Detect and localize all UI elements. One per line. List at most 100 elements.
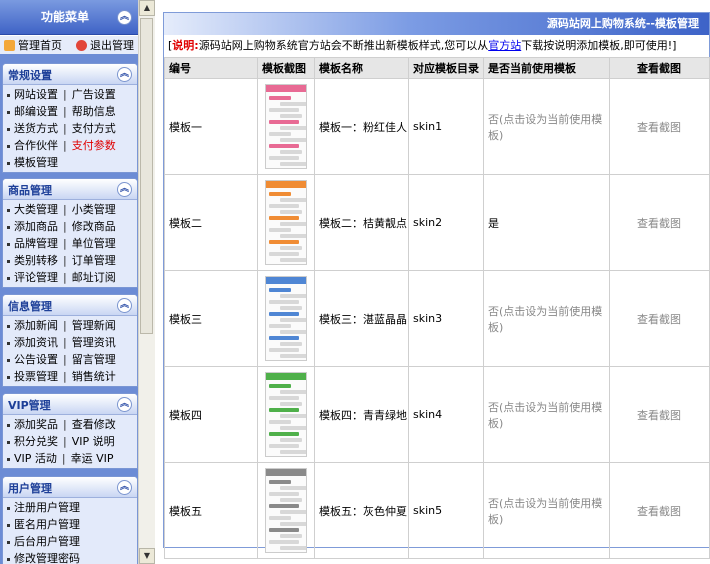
menu-link[interactable]: 网站设置 <box>14 88 58 101</box>
menu-link[interactable]: 查看修改 <box>72 418 116 431</box>
template-dir: skin1 <box>408 78 484 175</box>
menu-link[interactable]: 合作伙伴 <box>14 139 58 152</box>
menu-link[interactable]: 送货方式 <box>14 122 58 135</box>
menu-row: 添加新闻 | 管理新闻 <box>3 317 137 334</box>
menu-row: 大类管理 | 小类管理 <box>3 201 137 218</box>
template-thumbnail[interactable] <box>264 180 307 265</box>
bullet-icon <box>7 259 10 263</box>
bullet-icon <box>7 423 10 427</box>
scroll-down-icon[interactable]: ▼ <box>139 548 155 564</box>
template-status[interactable]: 否(点击设为当前使用模板) <box>483 366 610 463</box>
table-row: 模板二 模板二：桔黄靓点 skin2 是查看截图 <box>164 174 710 271</box>
bullet-icon <box>7 440 10 444</box>
menu-link[interactable]: 邮编设置 <box>14 105 58 118</box>
view-screenshot-link[interactable]: 查看截图 <box>609 462 710 559</box>
template-thumbnail[interactable] <box>264 276 307 361</box>
bullet-icon <box>7 144 10 148</box>
sidebar-scrollbar[interactable]: ▲ ▼ <box>138 0 155 564</box>
table-row: 模板四 模板四：青青绿地 skin4 否(点击设为当前使用模板) 查看截图 <box>164 366 710 463</box>
section-header[interactable]: 用户管理 ︽ <box>3 477 137 498</box>
collapse-icon[interactable]: ︽ <box>117 480 132 495</box>
menu-link[interactable]: VIP 活动 <box>14 452 57 465</box>
menu-link[interactable]: 大类管理 <box>14 203 58 216</box>
menu-link[interactable]: 管理资讯 <box>72 336 116 349</box>
section-header[interactable]: VIP管理 ︽ <box>3 394 137 415</box>
home-link[interactable]: 管理首页 <box>4 37 62 53</box>
template-status[interactable]: 否(点击设为当前使用模板) <box>483 462 610 559</box>
menu-link[interactable]: 修改管理密码 <box>14 552 80 564</box>
menu-row: 匿名用户管理 <box>3 516 137 533</box>
view-screenshot-link[interactable]: 查看截图 <box>609 366 710 463</box>
template-thumbnail[interactable] <box>264 372 307 457</box>
menu-link[interactable]: 添加新闻 <box>14 319 58 332</box>
logout-link[interactable]: 退出管理 <box>76 37 134 53</box>
template-thumbnail[interactable] <box>264 84 307 169</box>
menu-row: 注册用户管理 <box>3 499 137 516</box>
section-header[interactable]: 信息管理 ︽ <box>3 295 137 316</box>
bullet-icon <box>7 324 10 328</box>
header-id: 编号 <box>164 57 258 79</box>
collapse-icon[interactable]: ︽ <box>117 182 132 197</box>
menu-link[interactable]: 添加资讯 <box>14 336 58 349</box>
template-status[interactable]: 否(点击设为当前使用模板) <box>483 78 610 175</box>
menu-link[interactable]: 销售统计 <box>72 370 116 383</box>
menu-link[interactable]: 支付方式 <box>72 122 116 135</box>
menu-link[interactable]: 小类管理 <box>72 203 116 216</box>
separator: | <box>63 88 67 101</box>
menu-link[interactable]: 添加奖品 <box>14 418 58 431</box>
menu-link[interactable]: 公告设置 <box>14 353 58 366</box>
view-screenshot-link[interactable]: 查看截图 <box>609 174 710 271</box>
menu-link[interactable]: 幸运 VIP <box>71 452 114 465</box>
menu-row: 添加资讯 | 管理资讯 <box>3 334 137 351</box>
menu-link[interactable]: 广告设置 <box>72 88 116 101</box>
menu-header: 功能菜单 ︽ <box>0 0 138 35</box>
menu-link[interactable]: 投票管理 <box>14 370 58 383</box>
bullet-icon <box>7 161 10 165</box>
separator: | <box>63 237 67 250</box>
menu-link[interactable]: 支付参数 <box>72 139 116 152</box>
collapse-icon[interactable]: ︽ <box>117 298 132 313</box>
menu-link[interactable]: 模板管理 <box>14 156 58 169</box>
menu-link[interactable]: 类别转移 <box>14 254 58 267</box>
bullet-icon <box>7 341 10 345</box>
menu-link[interactable]: 邮址订阅 <box>72 271 116 284</box>
menu-title: 功能菜单 <box>40 10 89 24</box>
menu-link[interactable]: VIP 说明 <box>72 435 115 448</box>
view-screenshot-link[interactable]: 查看截图 <box>609 270 710 367</box>
menu-link[interactable]: 匿名用户管理 <box>14 518 80 531</box>
collapse-icon[interactable]: ︽ <box>117 10 132 25</box>
menu-link[interactable]: 管理新闻 <box>72 319 116 332</box>
template-status[interactable]: 否(点击设为当前使用模板) <box>483 270 610 367</box>
menu-link[interactable]: 修改商品 <box>72 220 116 233</box>
menu-link[interactable]: 添加商品 <box>14 220 58 233</box>
scroll-up-icon[interactable]: ▲ <box>139 0 155 16</box>
menu-link[interactable]: 后台用户管理 <box>14 535 80 548</box>
bullet-icon <box>7 457 10 461</box>
bullet-icon <box>7 557 10 561</box>
menu-row: 投票管理 | 销售统计 <box>3 368 137 385</box>
menu-link[interactable]: 品牌管理 <box>14 237 58 250</box>
menu-link[interactable]: 注册用户管理 <box>14 501 80 514</box>
separator: | <box>63 435 67 448</box>
menu-row: 后台用户管理 <box>3 533 137 550</box>
collapse-icon[interactable]: ︽ <box>117 397 132 412</box>
template-thumbnail[interactable] <box>264 468 307 553</box>
template-name: 模板五：灰色仲夏 <box>314 462 409 559</box>
menu-link[interactable]: 单位管理 <box>72 237 116 250</box>
section-title: VIP管理 <box>8 399 51 412</box>
section-items: 大类管理 | 小类管理 添加商品 | 修改商品 品牌管理 | 单位管理 类别转移 | 订单管理 评论管理… <box>3 200 137 287</box>
section-title: 信息管理 <box>8 300 52 313</box>
menu-row: 评论管理 | 邮址订阅 <box>3 269 137 286</box>
menu-link[interactable]: 留言管理 <box>72 353 116 366</box>
table-row: 模板五 模板五：灰色仲夏 skin5 否(点击设为当前使用模板) 查看截图 <box>164 462 710 559</box>
section-header[interactable]: 常规设置 ︽ <box>3 64 137 85</box>
view-screenshot-link[interactable]: 查看截图 <box>609 78 710 175</box>
menu-link[interactable]: 帮助信息 <box>72 105 116 118</box>
menu-link[interactable]: 评论管理 <box>14 271 58 284</box>
scroll-thumb[interactable] <box>140 18 153 334</box>
section-header[interactable]: 商品管理 ︽ <box>3 179 137 200</box>
official-site-link[interactable]: 官方站 <box>488 39 521 52</box>
collapse-icon[interactable]: ︽ <box>117 67 132 82</box>
menu-link[interactable]: 订单管理 <box>72 254 116 267</box>
menu-link[interactable]: 积分兑奖 <box>14 435 58 448</box>
